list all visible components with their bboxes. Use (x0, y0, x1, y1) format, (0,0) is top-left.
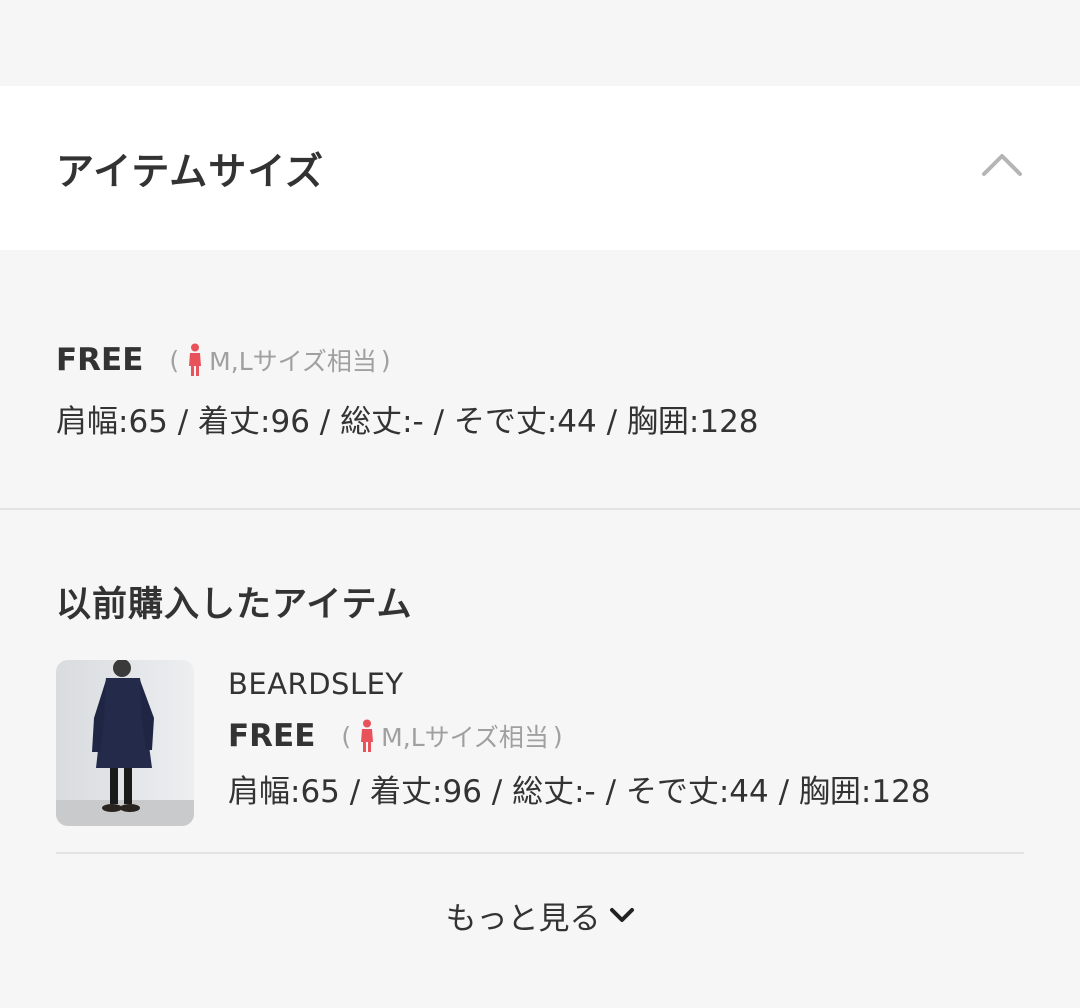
woman-figure-icon (361, 719, 374, 752)
item-details[interactable]: BEARDSLEY FREE ( M,Lサイズ相当 ) 肩幅:65 / 着丈:9… (228, 660, 931, 820)
size-equivalent: ( M,Lサイズ相当 ) (165, 342, 394, 378)
item-size-name: FREE (228, 718, 316, 754)
item-measurements: 肩幅:65 / 着丈:96 / 総丈:- / そで丈:44 / 胸囲:128 (228, 774, 931, 810)
item-size-equivalent-text: M,Lサイズ相当 (381, 723, 549, 752)
section-title: アイテムサイズ (56, 149, 325, 194)
woman-figure-icon (189, 343, 202, 376)
size-measurements: 肩幅:65 / 着丈:96 / 総丈:- / そで丈:44 / 胸囲:128 (56, 404, 759, 440)
show-more-button[interactable]: もっと見る (0, 890, 1080, 940)
paren-close: ) (552, 721, 563, 751)
item-photo (56, 660, 194, 826)
item-size-equivalent: ( M,Lサイズ相当 ) (337, 718, 566, 754)
paren-open: ( (169, 345, 180, 375)
previous-items-title: 以前購入したアイテム (56, 585, 413, 625)
chevron-down-icon (609, 908, 634, 922)
paren-open: ( (341, 721, 352, 751)
item-divider (56, 852, 1024, 854)
chevron-up-icon[interactable] (980, 148, 1024, 178)
previous-items-section: 以前購入したアイテム BEARDSLEY FREE (M,Lサイズ相当) 肩… (0, 510, 1080, 1006)
paren-close: ) (380, 345, 391, 375)
top-spacer (0, 0, 1080, 86)
item-brand: BEARDSLEY (228, 667, 404, 701)
item-size-row: FREE ( M,Lサイズ相当 ) (228, 708, 931, 764)
size-name: FREE (56, 342, 144, 378)
size-equivalent-text: M,Lサイズ相当 (209, 347, 377, 376)
size-info-section: FREE ( M,Lサイズ相当 ) 肩幅:65 / 着丈:96 / 総丈:- /… (0, 250, 1080, 508)
size-label-row: FREE ( M,Lサイズ相当 ) (56, 338, 395, 382)
item-size-header[interactable]: アイテムサイズ (0, 86, 1080, 250)
item-thumbnail[interactable] (56, 660, 194, 826)
show-more-label: もっと見る (445, 900, 601, 937)
